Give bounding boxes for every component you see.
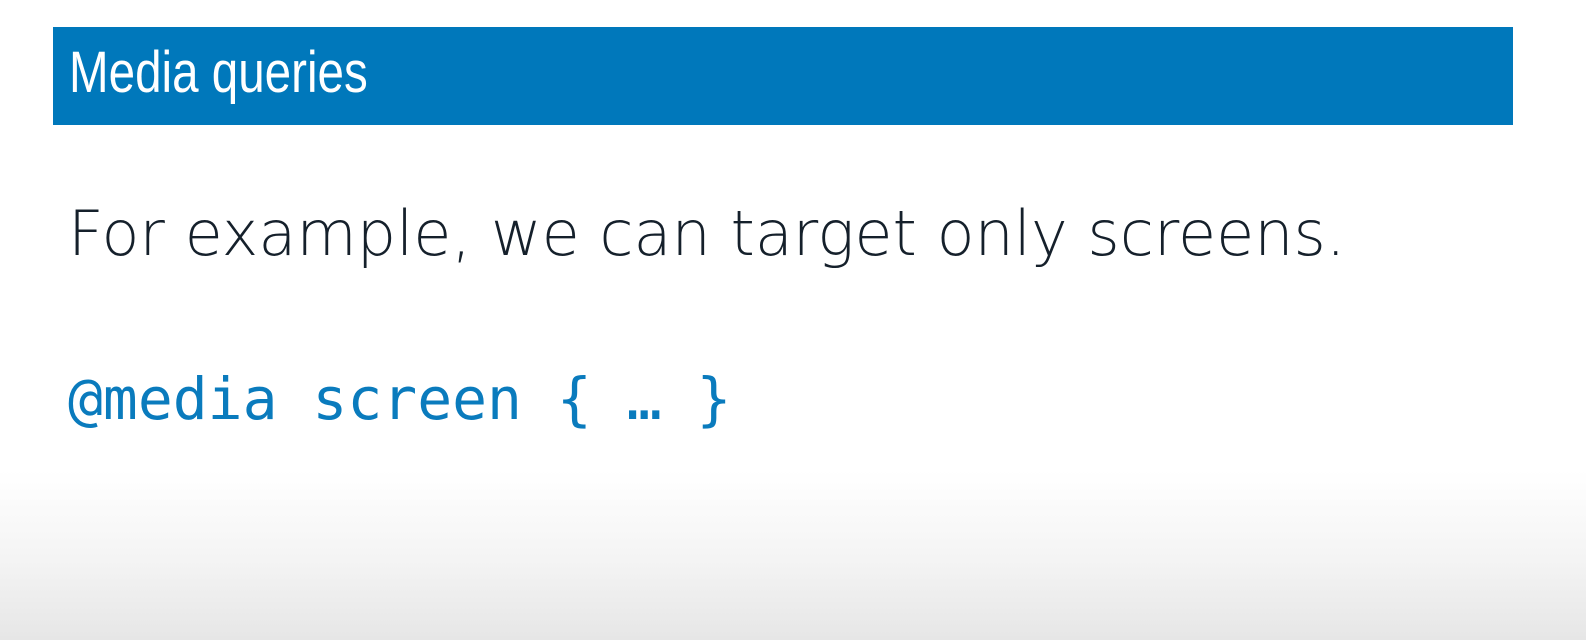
slide-title-bar: Media queries [53,27,1513,125]
slide-title: Media queries [69,40,368,105]
slide-body-text: For example, we can target only screens. [68,197,1346,270]
code-example: @media screen { … } [68,365,732,433]
